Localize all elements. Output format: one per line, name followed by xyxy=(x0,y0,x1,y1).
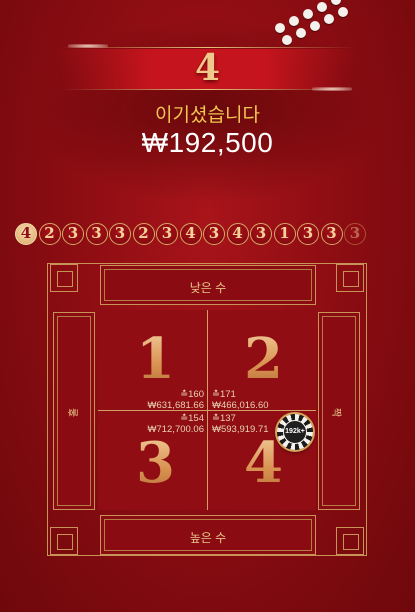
low-label: 낮은 수 xyxy=(189,281,227,295)
cell-3-bet-count: ≛154 xyxy=(180,413,204,424)
chip-label: 192k+ xyxy=(283,420,307,444)
history-result-chip: 3 xyxy=(297,223,319,245)
history-result-chip: 3 xyxy=(344,223,366,245)
win-amount: ₩192,500 xyxy=(141,127,274,158)
odd-label: 홀 xyxy=(69,407,81,418)
history-result-chip: 3 xyxy=(156,223,178,245)
cell-2-numeral: 2 xyxy=(244,326,283,392)
cell-1-numeral: 1 xyxy=(136,326,175,392)
win-label: 이기셨습니다 xyxy=(155,105,260,126)
bet-zone-high[interactable]: 높은 수 xyxy=(100,515,316,555)
history-result-chip: 4 xyxy=(179,223,202,245)
high-label: 높은 수 xyxy=(189,531,227,545)
result-history-bar: 423332343431333 xyxy=(15,223,415,249)
cell-2-stats: ≛171 ₩466,016.60 xyxy=(212,389,269,411)
cell-2-bet-amount: ₩466,016.60 xyxy=(212,400,269,411)
even-label: 짝 xyxy=(330,407,342,418)
corner-ornament xyxy=(50,527,78,555)
history-result-chip: 3 xyxy=(203,223,225,245)
cell-4-numeral: 4 xyxy=(244,430,283,496)
history-result-chip: 3 xyxy=(320,223,343,245)
cell-3-bet-amount: ₩712,700.06 xyxy=(147,424,204,435)
corner-ornament xyxy=(50,264,78,292)
history-result-chip: 4 xyxy=(226,223,249,245)
history-result-chip: 2 xyxy=(38,223,61,245)
placed-bet-chip[interactable]: 192k+ xyxy=(277,414,313,450)
dice-dots-decoration xyxy=(255,0,355,45)
cell-1-stats: ≛160 ₩631,681.66 xyxy=(147,389,204,411)
cell-4-stats: ≛137 ₩593,919.71 xyxy=(212,413,269,435)
banner-bottom-line xyxy=(60,89,355,90)
cell-3-numeral: 3 xyxy=(136,430,175,496)
cell-1-bet-amount: ₩631,681.66 xyxy=(147,400,204,411)
corner-ornament xyxy=(336,527,364,555)
cell-1-bet-count: ≛160 xyxy=(180,389,204,400)
cell-3-stats: ≛154 ₩712,700.06 xyxy=(147,413,204,435)
history-result-chip: 3 xyxy=(250,223,272,245)
history-result-chip: 3 xyxy=(109,223,131,245)
corner-ornament xyxy=(336,264,364,292)
bet-zone-even[interactable]: 짝 xyxy=(318,312,360,510)
bet-zone-odd[interactable]: 홀 xyxy=(53,312,95,510)
cell-2-bet-count: ≛171 xyxy=(212,389,236,400)
cell-4-bet-amount: ₩593,919.71 xyxy=(212,424,269,435)
history-result-chip: 3 xyxy=(85,223,108,245)
result-number: 4 xyxy=(194,47,221,89)
grid-divider-horizontal xyxy=(98,410,316,411)
bet-zone-low[interactable]: 낮은 수 xyxy=(100,265,316,305)
history-result-chip: 3 xyxy=(62,223,84,245)
history-result-chip: 1 xyxy=(273,223,296,245)
history-result-chip: 4 xyxy=(15,223,37,245)
cell-4-bet-count: ≛137 xyxy=(212,413,236,424)
history-result-chip: 2 xyxy=(132,223,155,245)
